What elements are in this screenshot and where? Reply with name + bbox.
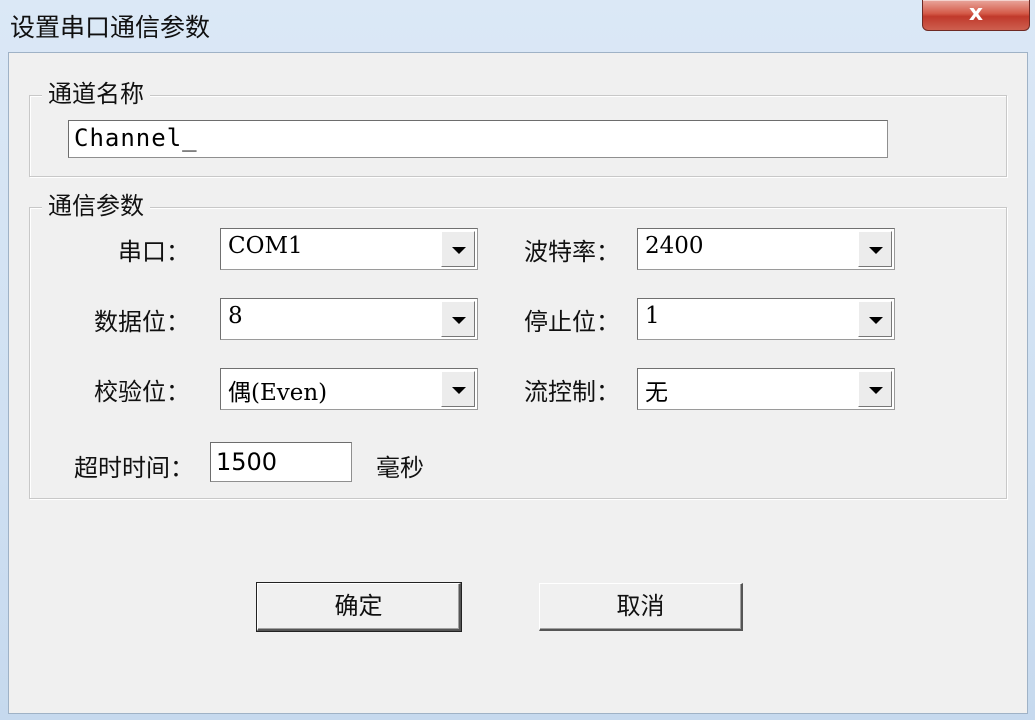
stopbits-select[interactable]: 1 (637, 298, 895, 340)
stopbits-select-value: 1 (645, 303, 660, 329)
databits-label: 数据位： (94, 308, 190, 336)
channel-name-input[interactable]: Channel_ (68, 120, 888, 158)
baud-label: 波特率： (524, 238, 620, 266)
flow-select[interactable]: 无 (637, 368, 895, 410)
baud-dropdown-button[interactable] (858, 231, 892, 267)
parity-select-value: 偶(Even) (228, 380, 328, 406)
chevron-down-icon (869, 317, 883, 324)
dialog-client-area: 通道名称 Channel_ 通信参数 串口： COM1 波特率： 2400 数据… (8, 52, 1028, 714)
flow-select-value: 无 (645, 380, 668, 406)
databits-select-value: 8 (228, 303, 243, 329)
chevron-down-icon (452, 247, 466, 254)
chevron-down-icon (452, 387, 466, 394)
parity-dropdown-button[interactable] (441, 371, 475, 407)
chevron-down-icon (869, 247, 883, 254)
close-button[interactable]: x (922, 0, 1030, 31)
port-select[interactable]: COM1 (220, 228, 478, 270)
port-label: 串口： (118, 238, 190, 266)
cancel-button[interactable]: 取消 (539, 583, 743, 631)
channel-name-group-title: 通道名称 (42, 79, 150, 109)
databits-dropdown-button[interactable] (441, 301, 475, 337)
comm-params-group-title: 通信参数 (42, 191, 150, 221)
ok-button[interactable]: 确定 (256, 582, 462, 632)
port-select-value: COM1 (228, 233, 303, 259)
title-bar[interactable]: 设置串口通信参数 x (0, 0, 1035, 50)
baud-select-value: 2400 (645, 233, 704, 259)
window-title: 设置串口通信参数 (10, 13, 211, 42)
flow-dropdown-button[interactable] (858, 371, 892, 407)
close-icon: x (968, 1, 984, 26)
port-dropdown-button[interactable] (441, 231, 475, 267)
dialog-window: 设置串口通信参数 x 通道名称 Channel_ 通信参数 串口： COM1 波… (0, 0, 1035, 720)
databits-select[interactable]: 8 (220, 298, 478, 340)
timeout-input[interactable]: 1500 (210, 442, 352, 482)
parity-label: 校验位： (94, 378, 190, 406)
timeout-label: 超时时间： (74, 454, 194, 482)
chevron-down-icon (869, 387, 883, 394)
flow-label: 流控制： (524, 378, 620, 406)
parity-select[interactable]: 偶(Even) (220, 368, 478, 410)
baud-select[interactable]: 2400 (637, 228, 895, 270)
chevron-down-icon (452, 317, 466, 324)
timeout-unit: 毫秒 (376, 454, 424, 482)
channel-name-group: 通道名称 Channel_ (29, 79, 1007, 177)
comm-params-group: 通信参数 串口： COM1 波特率： 2400 数据位： 8 停止位： 1 校验… (29, 191, 1007, 499)
stopbits-dropdown-button[interactable] (858, 301, 892, 337)
stopbits-label: 停止位： (524, 308, 620, 336)
